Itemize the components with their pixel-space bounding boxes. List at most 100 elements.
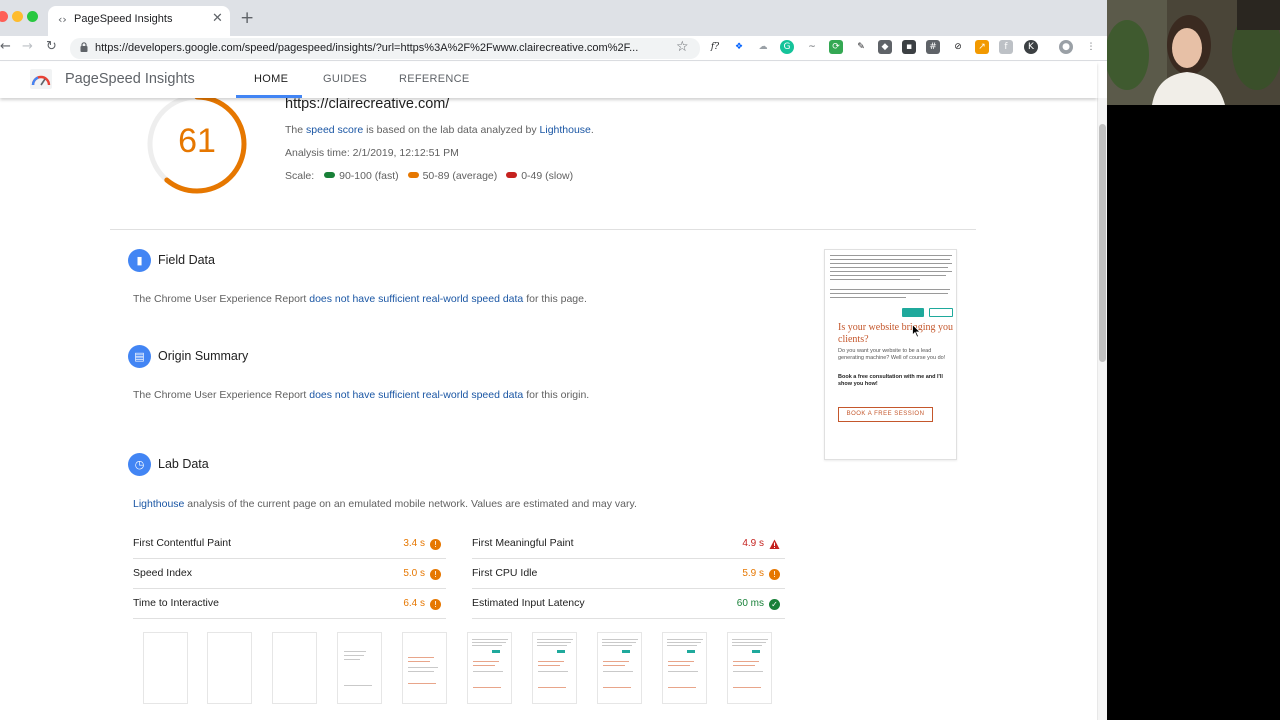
refresh-extension-icon[interactable]: ⟳	[829, 40, 843, 54]
lab-data-title: Lab Data	[158, 457, 209, 471]
video-background	[1107, 105, 1280, 720]
filmstrip-frame	[532, 632, 577, 704]
forward-button[interactable]: →	[22, 39, 33, 54]
filmstrip-frame	[207, 632, 252, 704]
check-icon: ✓	[769, 599, 780, 610]
profile-avatar-icon[interactable]: ●	[1059, 40, 1073, 54]
filmstrip-frame	[337, 632, 382, 704]
section-divider	[110, 229, 976, 230]
analyzed-url: https://clairecreative.com/	[285, 96, 450, 112]
slow-pill	[506, 172, 518, 178]
nav-guides[interactable]: GUIDES	[323, 73, 367, 85]
nav-reference[interactable]: REFERENCE	[399, 73, 470, 85]
nav-home[interactable]: HOME	[254, 73, 288, 85]
pagespeed-logo-icon	[30, 69, 52, 89]
page-screenshot-preview: Is your website bringing you clients? Do…	[824, 249, 957, 460]
filmstrip-frame	[272, 632, 317, 704]
scrollbar-thumb[interactable]	[1099, 124, 1106, 362]
lighthouse-analysis-link[interactable]: Lighthouse	[133, 498, 184, 510]
field-data-link[interactable]: does not have sufficient real-world spee…	[309, 293, 523, 305]
adblock-extension-icon[interactable]: ⊘	[951, 40, 965, 54]
origin-summary-text: The Chrome User Experience Report does n…	[133, 389, 590, 401]
shield-extension-icon[interactable]: ◆	[878, 40, 892, 54]
warning-triangle-icon	[769, 539, 780, 549]
filmstrip-frame	[662, 632, 707, 704]
cookie-accept-button	[902, 308, 924, 317]
new-tab-button[interactable]: +	[240, 8, 254, 28]
scale-label: Scale:	[285, 170, 315, 182]
average-icon: !	[430, 539, 441, 550]
tab-close-icon[interactable]: ✕	[212, 11, 223, 26]
more-menu-icon[interactable]: ⋮	[1084, 40, 1098, 54]
lighthouse-link[interactable]: Lighthouse	[540, 124, 591, 136]
scale-fast: 90-100 (fast)	[339, 170, 399, 182]
url-text: https://developers.google.com/speed/page…	[95, 42, 639, 54]
lab-data-text: Lighthouse analysis of the current page …	[133, 498, 637, 510]
filmstrip-frame	[402, 632, 447, 704]
average-icon: !	[430, 569, 441, 580]
facebook-extension-icon[interactable]: f	[999, 40, 1013, 54]
minimize-window-button[interactable]	[12, 11, 23, 22]
k-extension-icon[interactable]: K	[1024, 40, 1038, 54]
grammarly-extension-icon[interactable]: G	[780, 40, 794, 54]
origin-summary-title: Origin Summary	[158, 349, 249, 363]
field-data-text: The Chrome User Experience Report does n…	[133, 293, 587, 305]
scale-slow: 0-49 (slow)	[521, 170, 574, 182]
reload-button[interactable]: ↻	[46, 39, 57, 54]
filmstrip-frame	[143, 632, 188, 704]
page-scrollbar[interactable]	[1097, 98, 1107, 720]
filmstrip-frame	[467, 632, 512, 704]
tab-title: PageSpeed Insights	[74, 13, 173, 25]
back-button[interactable]: ←	[0, 39, 11, 54]
webcam-overlay	[1107, 0, 1280, 105]
app-name: PageSpeed Insights	[65, 71, 195, 87]
bookmark-star-icon[interactable]: ☆	[676, 39, 689, 55]
score-description: The speed score is based on the lab data…	[285, 124, 594, 136]
browser-window: ‹› PageSpeed Insights ✕ + ← → ↻ https://…	[0, 0, 1107, 720]
origin-summary-link[interactable]: does not have sufficient real-world spee…	[309, 389, 523, 401]
scale-average: 50-89 (average)	[422, 170, 498, 182]
tag-extension-icon[interactable]: #	[926, 40, 940, 54]
analysis-time: Analysis time: 2/1/2019, 12:12:51 PM	[285, 147, 459, 159]
cloud-extension-icon[interactable]: ☁	[756, 40, 770, 54]
bar-chart-icon: ▮	[128, 249, 151, 272]
pen-extension-icon[interactable]: ✎	[854, 40, 868, 54]
close-window-button[interactable]	[0, 11, 8, 22]
metric-time-to-interactive: Time to Interactive 6.4 s !	[133, 590, 446, 619]
preview-heading: Is your website bringing you clients?	[838, 322, 953, 345]
score-value: 61	[178, 122, 216, 160]
metric-first-cpu-idle: First CPU Idle 5.9 s !	[472, 560, 785, 589]
tab-strip: ‹› PageSpeed Insights ✕ +	[0, 0, 1107, 36]
presenter-video-icon	[1107, 0, 1280, 105]
lock-icon	[80, 42, 88, 52]
layers-icon: ▤	[128, 345, 151, 368]
dropbox-extension-icon[interactable]: ❖	[732, 40, 746, 54]
preview-bold: Book a free consultation with me and I'l…	[838, 374, 943, 387]
metric-first-meaningful-paint: First Meaningful Paint 4.9 s	[472, 530, 785, 559]
chart-extension-icon[interactable]: ↗	[975, 40, 989, 54]
code-icon: ‹›	[58, 13, 67, 26]
preview-body: Do you want your website to be a lead ge…	[838, 348, 946, 361]
cookie-decline-button	[929, 308, 953, 317]
fast-pill	[324, 172, 336, 178]
feather-extension-icon[interactable]: ~	[805, 40, 819, 54]
average-icon: !	[769, 569, 780, 580]
mouse-cursor-icon	[912, 324, 921, 338]
browser-tab[interactable]: ‹› PageSpeed Insights ✕	[48, 6, 230, 36]
speed-score-link[interactable]: speed score	[306, 124, 363, 136]
field-data-title: Field Data	[158, 253, 215, 267]
metric-estimated-input-latency: Estimated Input Latency 60 ms ✓	[472, 590, 785, 619]
formula-extension-icon[interactable]: f?	[708, 40, 722, 54]
filmstrip-frame	[727, 632, 772, 704]
maximize-window-button[interactable]	[27, 11, 38, 22]
average-icon: !	[430, 599, 441, 610]
preview-cta: BOOK A FREE SESSION	[838, 407, 933, 422]
active-tab-indicator	[236, 95, 302, 98]
keyboard-extension-icon[interactable]: ▪	[902, 40, 916, 54]
stopwatch-icon: ◷	[128, 453, 151, 476]
browser-toolbar: ← → ↻ https://developers.google.com/spee…	[0, 36, 1107, 61]
address-bar[interactable]: https://developers.google.com/speed/page…	[70, 38, 700, 59]
metric-first-contentful-paint: First Contentful Paint 3.4 s !	[133, 530, 446, 559]
filmstrip-frame	[597, 632, 642, 704]
score-scale: Scale: 90-100 (fast) 50-89 (average) 0-4…	[285, 170, 573, 182]
